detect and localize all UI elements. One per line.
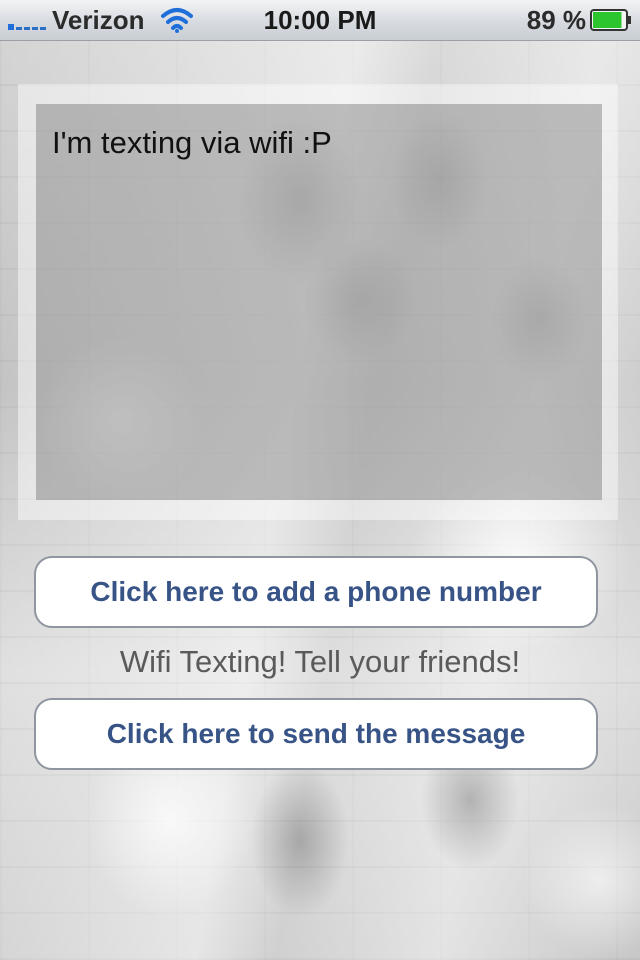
status-bar: Verizon 10:00 PM 89 % [0, 0, 640, 41]
battery-icon [590, 9, 631, 31]
send-message-button[interactable]: Click here to send the message [34, 698, 598, 770]
message-text-area[interactable]: I'm texting via wifi :P [36, 104, 602, 500]
tagline: Wifi Texting! Tell your friends! [119, 644, 521, 679]
battery-percent: 89 % [526, 5, 586, 35]
add-phone-number-button[interactable]: Click here to add a phone number [34, 556, 598, 628]
message-text: I'm texting via wifi :P [52, 125, 332, 160]
